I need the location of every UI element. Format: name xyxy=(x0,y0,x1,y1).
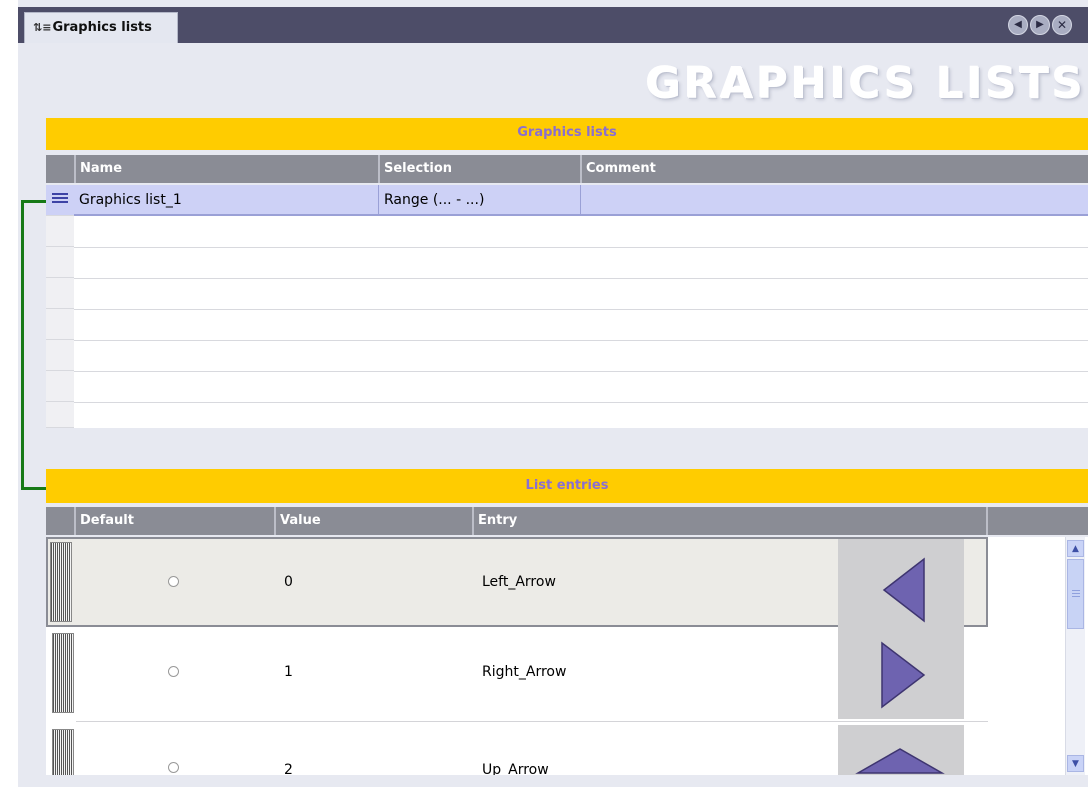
graphics-lists-header: Graphics lists xyxy=(46,118,1088,150)
row-selected-icon xyxy=(52,193,68,207)
row-divider xyxy=(74,340,1088,341)
default-radio[interactable] xyxy=(168,666,179,677)
close-icon: ✕ xyxy=(1056,18,1068,32)
entry-text[interactable]: Left_Arrow xyxy=(482,574,556,590)
column-header-default[interactable]: Default xyxy=(74,507,274,535)
tab-strip xyxy=(18,7,1088,43)
vertical-scrollbar[interactable]: ▲ ▼ xyxy=(1065,537,1085,775)
chevron-down-icon: ▼ xyxy=(1072,759,1079,769)
page-title: GRAPHICS LISTS xyxy=(645,59,1086,109)
row-divider xyxy=(74,371,1088,372)
row-header-empty[interactable] xyxy=(46,371,74,402)
entry-value[interactable]: 0 xyxy=(284,574,293,590)
row-header-empty[interactable] xyxy=(46,402,74,428)
chevron-up-icon: ▲ xyxy=(1072,544,1079,554)
list-entry-row[interactable]: 0 Left_Arrow xyxy=(46,537,988,629)
list-entries-header: List entries xyxy=(46,469,1088,503)
row-header[interactable] xyxy=(50,542,72,622)
tab-graphics-lists[interactable]: ⇅≡Graphics lists xyxy=(24,12,178,43)
relation-connector-bottom xyxy=(21,487,47,490)
window-bottom-edge xyxy=(18,775,1088,787)
default-radio[interactable] xyxy=(168,762,179,773)
cell-name[interactable]: Graphics list_1 xyxy=(74,185,378,216)
row-divider xyxy=(76,721,988,722)
column-header-entry[interactable]: Entry xyxy=(472,507,986,535)
right-arrow-icon xyxy=(881,641,926,709)
entry-value[interactable]: 2 xyxy=(284,762,293,775)
column-header-comment[interactable]: Comment xyxy=(580,155,1088,183)
scroll-up-button[interactable]: ▲ xyxy=(1067,540,1084,557)
cell-comment[interactable] xyxy=(580,185,1088,216)
row-header-empty[interactable] xyxy=(46,216,74,247)
column-header-value[interactable]: Value xyxy=(274,507,472,535)
nav-forward-icon: ▶ xyxy=(1036,19,1044,30)
row-divider xyxy=(74,247,1088,248)
up-arrow-icon xyxy=(855,748,945,774)
row-header-empty[interactable] xyxy=(46,278,74,309)
entry-text[interactable]: Right_Arrow xyxy=(482,664,566,680)
entry-value[interactable]: 1 xyxy=(284,664,293,680)
grip-icon xyxy=(1072,590,1080,600)
entry-graphic[interactable] xyxy=(838,629,964,719)
left-arrow-icon xyxy=(882,557,925,623)
list-entries-table: 0 Left_Arrow 1 Right_Arrow 2 Up_Arrow xyxy=(46,537,1088,775)
list-entry-row[interactable]: 1 Right_Arrow xyxy=(46,629,988,719)
scroll-down-button[interactable]: ▼ xyxy=(1067,755,1084,772)
table-row[interactable]: Graphics list_1 Range (... - ...) xyxy=(74,185,1088,216)
row-header-empty[interactable] xyxy=(46,340,74,371)
entry-graphic[interactable] xyxy=(838,539,964,629)
row-header-empty[interactable] xyxy=(46,247,74,278)
relation-connector xyxy=(21,200,24,490)
entry-graphic[interactable] xyxy=(838,725,964,775)
column-header-selection[interactable]: Selection xyxy=(378,155,580,183)
list-entry-row[interactable]: 2 Up_Arrow xyxy=(46,725,988,775)
graphics-lists-column-headers: Name Selection Comment xyxy=(46,155,1088,183)
relation-connector-top xyxy=(21,200,47,203)
row-header-1[interactable] xyxy=(46,185,74,216)
scrollbar-thumb[interactable] xyxy=(1067,559,1084,629)
close-button[interactable]: ✕ xyxy=(1052,15,1072,35)
row-divider xyxy=(74,278,1088,279)
row-header[interactable] xyxy=(52,633,74,713)
column-header-graphic[interactable] xyxy=(986,507,1088,535)
table-spacer xyxy=(46,428,1088,469)
entry-text[interactable]: Up_Arrow xyxy=(482,762,549,775)
nav-forward-button[interactable]: ▶ xyxy=(1030,15,1050,35)
column-header-name[interactable]: Name xyxy=(74,155,378,183)
tab-label: Graphics lists xyxy=(52,20,152,35)
nav-back-icon: ◀ xyxy=(1014,19,1022,30)
graphics-lists-table: Graphics list_1 Range (... - ...) xyxy=(46,185,1088,428)
list-sort-icon: ⇅≡ xyxy=(33,21,52,34)
row-header[interactable] xyxy=(52,729,74,775)
default-radio[interactable] xyxy=(168,576,179,587)
cell-selection[interactable]: Range (... - ...) xyxy=(378,185,580,216)
row-divider xyxy=(74,402,1088,403)
nav-back-button[interactable]: ◀ xyxy=(1008,15,1028,35)
row-divider xyxy=(74,309,1088,310)
row-header-empty[interactable] xyxy=(46,309,74,340)
list-entries-column-headers: Default Value Entry xyxy=(46,507,1088,535)
